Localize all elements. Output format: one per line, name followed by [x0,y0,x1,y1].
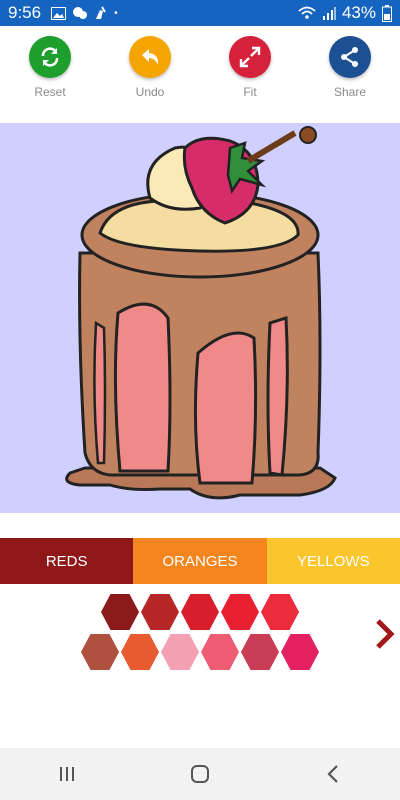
back-icon [327,765,339,783]
undo-label: Undo [135,85,165,99]
strawberry-stem [246,130,297,164]
status-bar: 9:56 • 43% [0,0,400,26]
home-button[interactable] [170,754,230,794]
undo-icon [129,36,171,78]
tab-oranges[interactable]: ORANGES [133,538,267,584]
color-palette [0,584,400,694]
sponge-panel-3 [266,315,289,477]
coloring-canvas[interactable] [0,123,400,513]
color-swatch[interactable] [141,594,179,630]
reset-button[interactable]: Reset [15,36,85,99]
color-swatch[interactable] [221,594,259,630]
share-icon [329,36,371,78]
color-swatch[interactable] [81,634,119,670]
chevron-right-icon [376,619,395,649]
fit-label: Fit [243,85,257,99]
recents-button[interactable] [37,754,97,794]
tab-yellows[interactable]: YELLOWS [266,538,400,584]
signal-icon [322,7,336,20]
color-swatch[interactable] [161,634,199,670]
undo-button[interactable]: Undo [115,36,185,99]
color-category-tabs: REDS ORANGES YELLOWS [0,538,400,584]
color-swatch[interactable] [241,634,279,670]
color-swatch[interactable] [261,594,299,630]
expand-icon [229,36,271,78]
stem-tip [299,126,317,144]
system-nav-bar [0,748,400,800]
status-right: 43% [298,3,392,23]
battery-icon [382,4,392,22]
sponge-panel-1 [113,302,172,473]
sponge-panel-4 [93,320,107,465]
share-button[interactable]: Share [315,36,385,99]
toolbar: Reset Undo Fit Share [0,26,400,123]
wifi-icon [298,6,316,19]
status-notification-icons: • [51,6,118,20]
tab-yellows-label: YELLOWS [297,552,370,570]
reset-icon [29,36,71,78]
gallery-icon [51,6,67,20]
color-swatch[interactable] [201,634,239,670]
cake-drawing[interactable] [0,123,400,513]
next-palette-button[interactable] [372,614,398,654]
share-label: Share [333,85,367,99]
color-swatch[interactable] [121,634,159,670]
tab-oranges-label: ORANGES [162,552,238,570]
tab-reds-label: REDS [45,552,88,570]
sponge-panel-2 [193,331,258,485]
color-swatch[interactable] [101,594,139,630]
home-icon [190,765,209,783]
back-button[interactable] [303,754,363,794]
recents-icon [59,767,74,781]
fit-button[interactable]: Fit [215,36,285,99]
notification-dot-icon: • [114,7,118,19]
chat-icon [73,7,88,19]
color-swatch[interactable] [281,634,319,670]
color-swatch[interactable] [181,594,219,630]
tab-reds[interactable]: REDS [0,538,134,584]
status-time: 9:56 [8,3,42,22]
battery-percent: 43% [341,3,376,22]
cleaner-icon [96,6,106,19]
reset-label: Reset [34,85,66,99]
